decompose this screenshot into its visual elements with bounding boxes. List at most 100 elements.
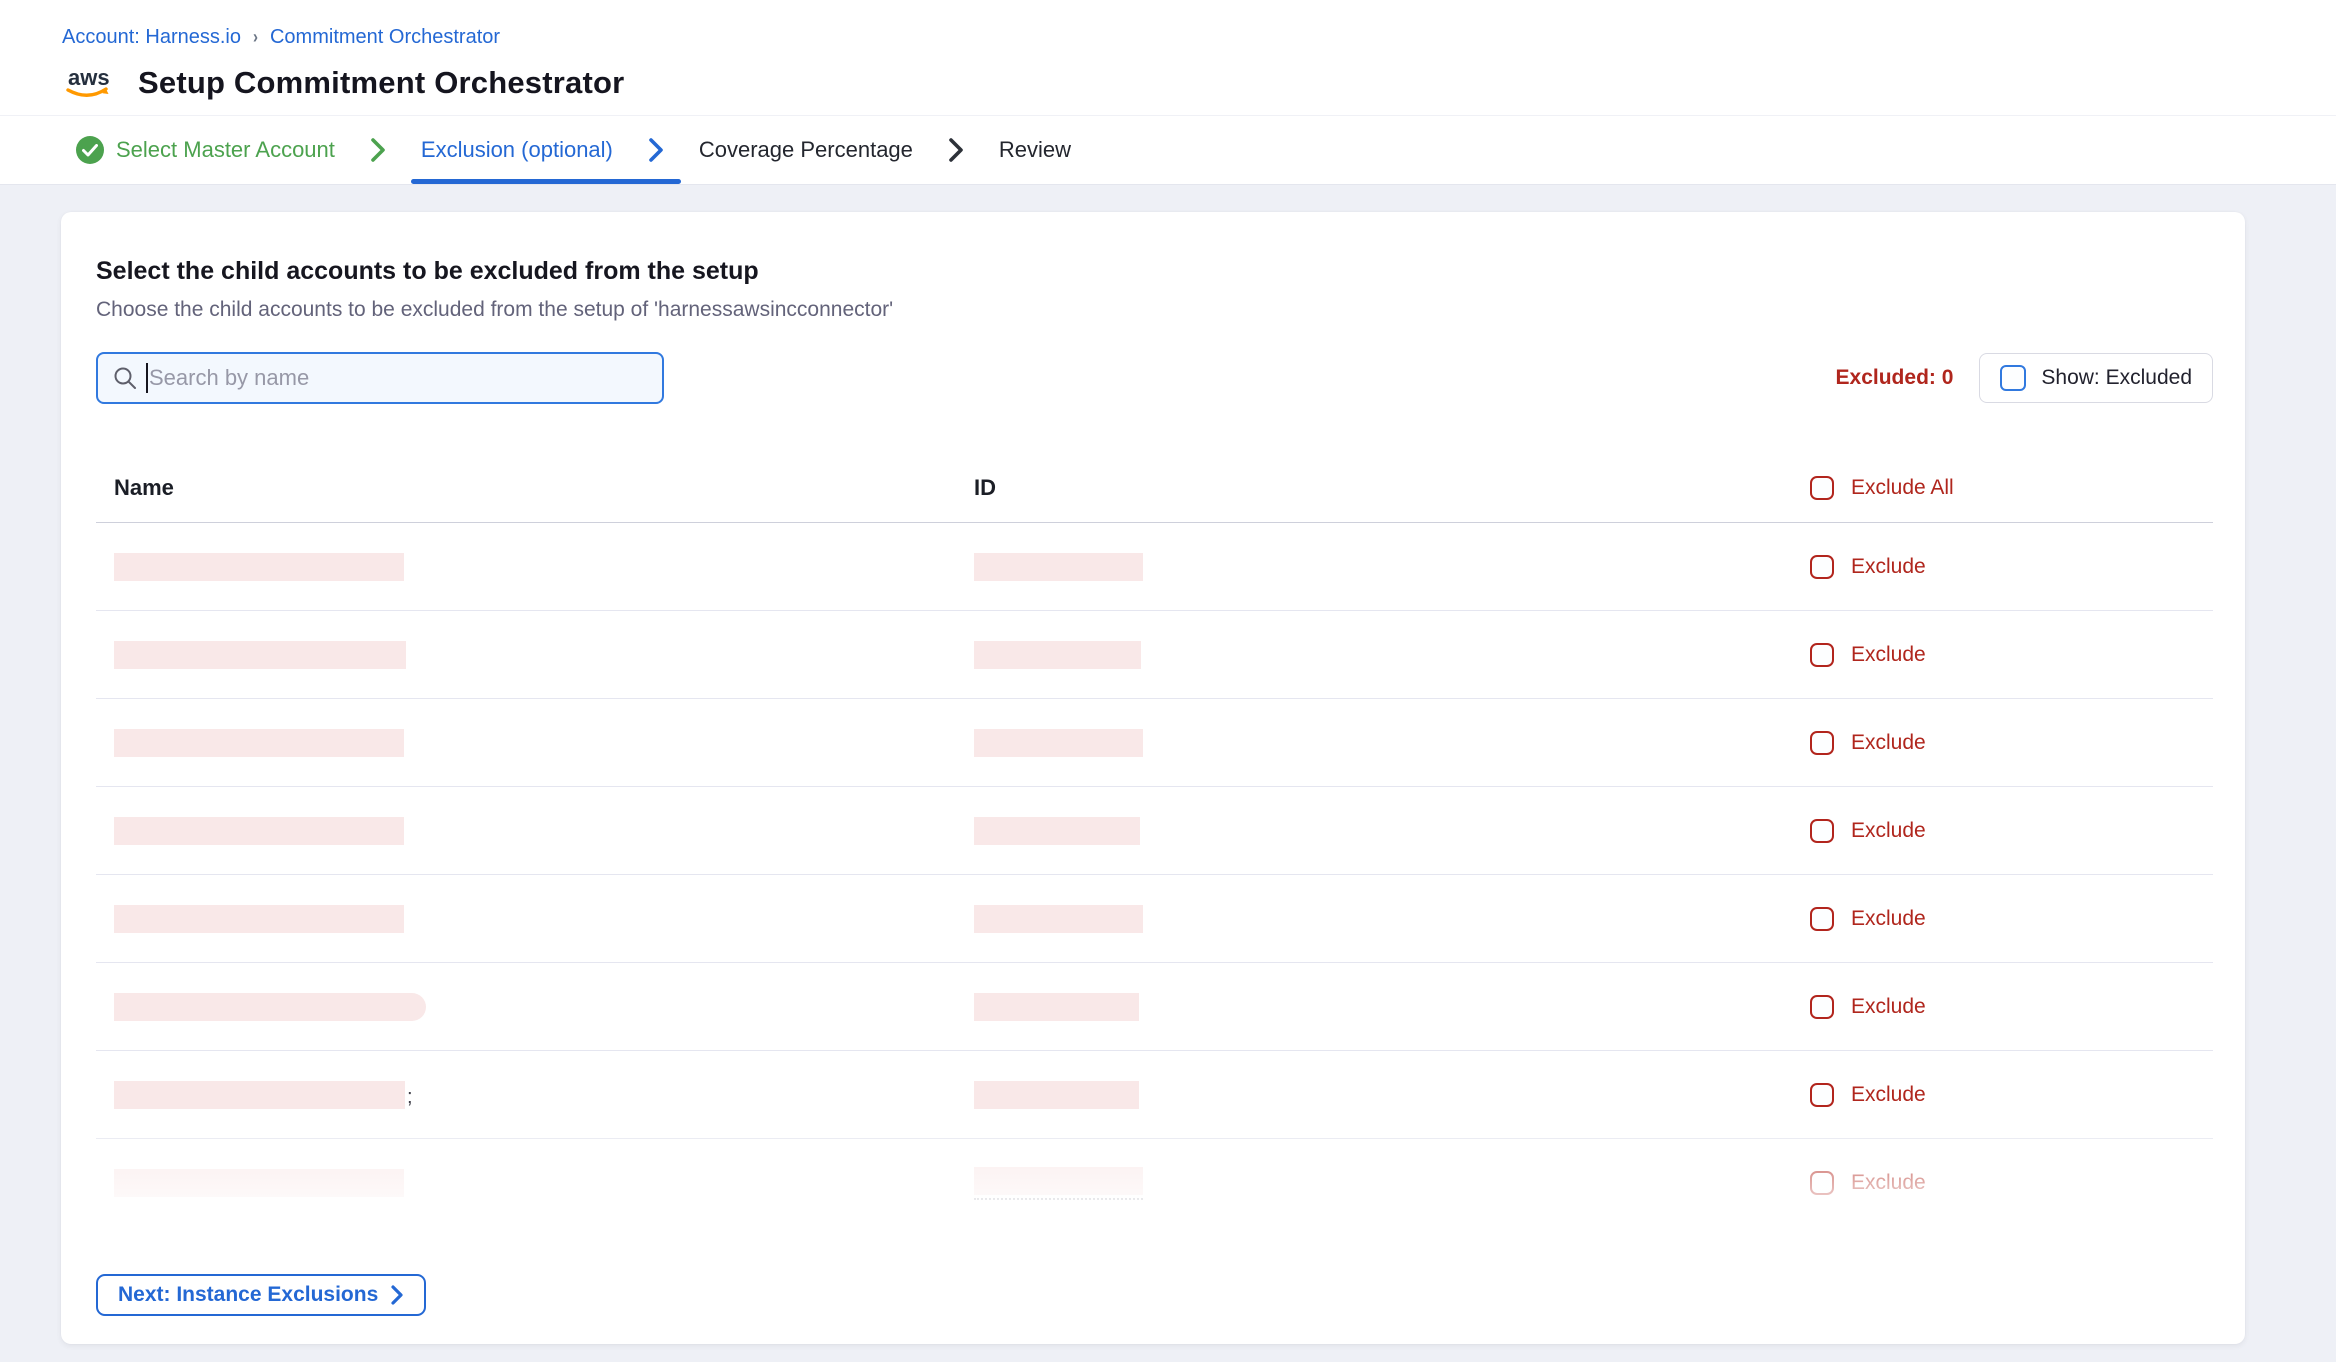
cell-id xyxy=(974,1167,1810,1200)
next-button-chevron-icon xyxy=(390,1285,404,1305)
next-button-label: Next: Instance Exclusions xyxy=(118,1283,378,1307)
step-label: Select Master Account xyxy=(116,137,335,163)
redacted-account-name xyxy=(114,729,404,757)
redacted-account-id xyxy=(974,993,1139,1021)
cell-name xyxy=(114,553,974,581)
redacted-account-id xyxy=(974,817,1140,845)
step-review[interactable]: Review xyxy=(999,116,1071,184)
cell-id xyxy=(974,993,1810,1021)
redacted-account-id xyxy=(974,729,1143,757)
redacted-account-id xyxy=(974,641,1141,669)
cell-exclude: Exclude xyxy=(1810,1171,2195,1195)
page-title: Setup Commitment Orchestrator xyxy=(138,65,624,101)
step-label: Review xyxy=(999,137,1071,163)
exclusion-panel-card: Select the child accounts to be excluded… xyxy=(61,212,2245,1344)
exclude-label: Exclude xyxy=(1851,731,1926,755)
child-accounts-table: Name ID Exclude All Exclude xyxy=(96,453,2213,1227)
table-body: Exclude Exclude Exclude xyxy=(96,523,2213,1227)
table-header-row: Name ID Exclude All xyxy=(96,453,2213,523)
redacted-account-name xyxy=(114,1081,405,1109)
redacted-account-name xyxy=(114,993,426,1021)
step-coverage-percentage[interactable]: Coverage Percentage xyxy=(699,116,913,184)
cell-id xyxy=(974,817,1810,845)
cell-id xyxy=(974,905,1810,933)
cell-exclude: Exclude xyxy=(1810,643,2195,667)
exclude-label: Exclude xyxy=(1851,1171,1926,1195)
search-box[interactable] xyxy=(96,352,664,404)
show-excluded-label: Show: Excluded xyxy=(2041,366,2192,390)
step-label: Exclusion (optional) xyxy=(421,137,613,163)
redacted-account-id xyxy=(974,553,1143,581)
cell-name xyxy=(114,905,974,933)
svg-text:aws: aws xyxy=(68,65,110,90)
exclude-label: Exclude xyxy=(1851,555,1926,579)
exclude-checkbox[interactable] xyxy=(1810,995,1834,1019)
redacted-account-id xyxy=(974,1081,1139,1109)
exclude-checkbox[interactable] xyxy=(1810,555,1834,579)
table-row: Exclude xyxy=(96,523,2213,611)
redacted-account-name xyxy=(114,553,404,581)
breadcrumb-account-link[interactable]: Account: Harness.io xyxy=(62,26,241,49)
redacted-account-name xyxy=(114,1169,404,1197)
show-excluded-checkbox[interactable] xyxy=(2000,365,2026,391)
exclude-all-label: Exclude All xyxy=(1851,476,1954,500)
breadcrumb-page-link[interactable]: Commitment Orchestrator xyxy=(270,26,500,49)
title-row: aws Setup Commitment Orchestrator xyxy=(0,49,2336,115)
redacted-account-id xyxy=(974,1167,1143,1195)
table-row: Exclude xyxy=(96,875,2213,963)
step-select-master-account[interactable]: Select Master Account xyxy=(76,116,335,184)
exclude-checkbox[interactable] xyxy=(1810,731,1834,755)
text-cursor xyxy=(146,363,148,393)
cell-exclude: Exclude xyxy=(1810,731,2195,755)
next-instance-exclusions-button[interactable]: Next: Instance Exclusions xyxy=(96,1274,426,1316)
cell-name xyxy=(114,641,974,669)
cell-exclude: Exclude xyxy=(1810,995,2195,1019)
excluded-count: Excluded: 0 xyxy=(1836,366,1954,390)
table-row: ; Exclude xyxy=(96,1051,2213,1139)
redacted-account-name xyxy=(114,641,406,669)
cell-name xyxy=(114,993,974,1021)
column-header-id: ID xyxy=(974,475,1810,501)
exclude-checkbox[interactable] xyxy=(1810,1171,1834,1195)
redacted-account-id xyxy=(974,905,1143,933)
cell-exclude: Exclude xyxy=(1810,907,2195,931)
table-row: Exclude xyxy=(96,699,2213,787)
show-excluded-toggle[interactable]: Show: Excluded xyxy=(1979,353,2213,403)
cell-exclude: Exclude xyxy=(1810,555,2195,579)
toolbar: Excluded: 0 Show: Excluded xyxy=(96,352,2213,404)
stepper-chevron-icon xyxy=(647,137,665,163)
panel-subheading: Choose the child accounts to be excluded… xyxy=(96,298,2213,322)
step-exclusion-optional[interactable]: Exclusion (optional) xyxy=(421,116,613,184)
cell-name xyxy=(114,729,974,757)
table-row: Exclude xyxy=(96,1139,2213,1227)
step-label: Coverage Percentage xyxy=(699,137,913,163)
exclude-label: Exclude xyxy=(1851,1083,1926,1107)
exclude-label: Exclude xyxy=(1851,819,1926,843)
exclude-checkbox[interactable] xyxy=(1810,907,1834,931)
panel-heading: Select the child accounts to be excluded… xyxy=(96,257,2213,286)
table-row: Exclude xyxy=(96,611,2213,699)
redacted-account-name xyxy=(114,905,404,933)
redaction-suffix-text: ; xyxy=(407,1087,413,1109)
cell-id xyxy=(974,553,1810,581)
exclude-label: Exclude xyxy=(1851,995,1926,1019)
exclude-checkbox[interactable] xyxy=(1810,1083,1834,1107)
stepper-chevron-icon xyxy=(947,137,965,163)
aws-logo-icon: aws xyxy=(64,63,116,103)
cell-exclude: Exclude xyxy=(1810,819,2195,843)
exclude-all-control: Exclude All xyxy=(1810,476,2195,500)
search-input[interactable] xyxy=(149,365,648,391)
breadcrumb-chevron-icon: › xyxy=(253,27,258,48)
exclude-checkbox[interactable] xyxy=(1810,643,1834,667)
breadcrumb: Account: Harness.io › Commitment Orchest… xyxy=(0,0,2336,49)
exclude-checkbox[interactable] xyxy=(1810,819,1834,843)
exclude-all-checkbox[interactable] xyxy=(1810,476,1834,500)
cell-id xyxy=(974,1081,1810,1109)
table-row: Exclude xyxy=(96,963,2213,1051)
cell-name xyxy=(114,1169,974,1197)
app-header: Account: Harness.io › Commitment Orchest… xyxy=(0,0,2336,185)
setup-stepper: Select Master Account Exclusion (optiona… xyxy=(0,115,2336,185)
cell-name xyxy=(114,817,974,845)
search-icon xyxy=(112,365,138,391)
cell-name: ; xyxy=(114,1081,974,1109)
